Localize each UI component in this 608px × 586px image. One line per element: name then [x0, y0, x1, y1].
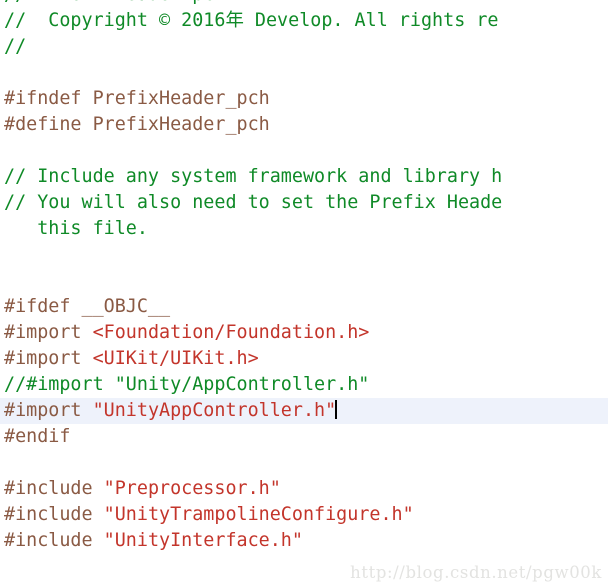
- code-token-string: "UnityInterface.h": [103, 530, 303, 551]
- code-line[interactable]: #ifdef __OBJC__: [0, 294, 608, 320]
- code-token-directive: #include: [4, 478, 104, 499]
- code-token-string: "UnityAppController.h": [92, 400, 337, 421]
- code-line[interactable]: [0, 242, 608, 268]
- code-line[interactable]: // Include any system framework and libr…: [0, 164, 608, 190]
- code-line-current[interactable]: #import "UnityAppController.h": [0, 398, 608, 424]
- code-line[interactable]: // Copyright © 2016年 Develop. All rights…: [0, 8, 608, 34]
- code-editor[interactable]: // PrefixHeader.pch // Copyright © 2016年 …: [0, 0, 608, 586]
- code-token-directive: #ifdef __OBJC__: [4, 296, 171, 317]
- code-token-directive: #import: [4, 348, 93, 369]
- code-line[interactable]: #import <Foundation/Foundation.h>: [0, 320, 608, 346]
- code-token-comment: this file.: [4, 218, 148, 239]
- code-token-string: "Preprocessor.h": [103, 478, 281, 499]
- code-line[interactable]: #include "Preprocessor.h": [0, 476, 608, 502]
- code-token-string: <UIKit/UIKit.h>: [92, 348, 259, 369]
- code-line[interactable]: // PrefixHeader.pch: [0, 0, 608, 8]
- code-line[interactable]: #endif: [0, 424, 608, 450]
- code-token-directive: #import: [4, 322, 93, 343]
- code-token-directive: #define PrefixHeader_pch: [4, 114, 270, 135]
- text-cursor: [335, 400, 338, 419]
- code-text-surface[interactable]: // PrefixHeader.pch // Copyright © 2016年 …: [0, 0, 608, 554]
- watermark-text: http://blog.csdn.net/pgw00k: [350, 563, 602, 582]
- code-line[interactable]: //: [0, 34, 608, 60]
- code-token-comment: // You will also need to set the Prefix …: [4, 192, 503, 213]
- code-line[interactable]: [0, 138, 608, 164]
- code-token-directive: #endif: [4, 426, 71, 447]
- code-line[interactable]: #define PrefixHeader_pch: [0, 112, 608, 138]
- code-line[interactable]: #include "UnityTrampolineConfigure.h": [0, 502, 608, 528]
- code-line[interactable]: #import <UIKit/UIKit.h>: [0, 346, 608, 372]
- code-token-string: <Foundation/Foundation.h>: [92, 322, 370, 343]
- code-token-comment: //#import "Unity/AppController.h": [4, 374, 370, 395]
- code-token-directive: #import: [4, 400, 93, 421]
- code-line[interactable]: //#import "Unity/AppController.h": [0, 372, 608, 398]
- code-token-string: "UnityTrampolineConfigure.h": [103, 504, 414, 525]
- code-token-directive: #ifndef PrefixHeader_pch: [4, 88, 270, 109]
- code-line[interactable]: [0, 268, 608, 294]
- code-token-directive: #include: [4, 504, 104, 525]
- code-line[interactable]: [0, 60, 608, 86]
- code-line[interactable]: #include "UnityInterface.h": [0, 528, 608, 554]
- code-token-comment: // PrefixHeader.pch: [4, 0, 225, 5]
- code-line[interactable]: [0, 450, 608, 476]
- code-line[interactable]: this file.: [0, 216, 608, 242]
- code-token-comment: // Include any system framework and libr…: [4, 166, 503, 187]
- code-token-comment: //: [4, 36, 27, 57]
- code-line[interactable]: #ifndef PrefixHeader_pch: [0, 86, 608, 112]
- code-token-directive: #include: [4, 530, 104, 551]
- code-line[interactable]: // You will also need to set the Prefix …: [0, 190, 608, 216]
- code-token-comment: // Copyright © 2016年 Develop. All rights…: [4, 10, 499, 31]
